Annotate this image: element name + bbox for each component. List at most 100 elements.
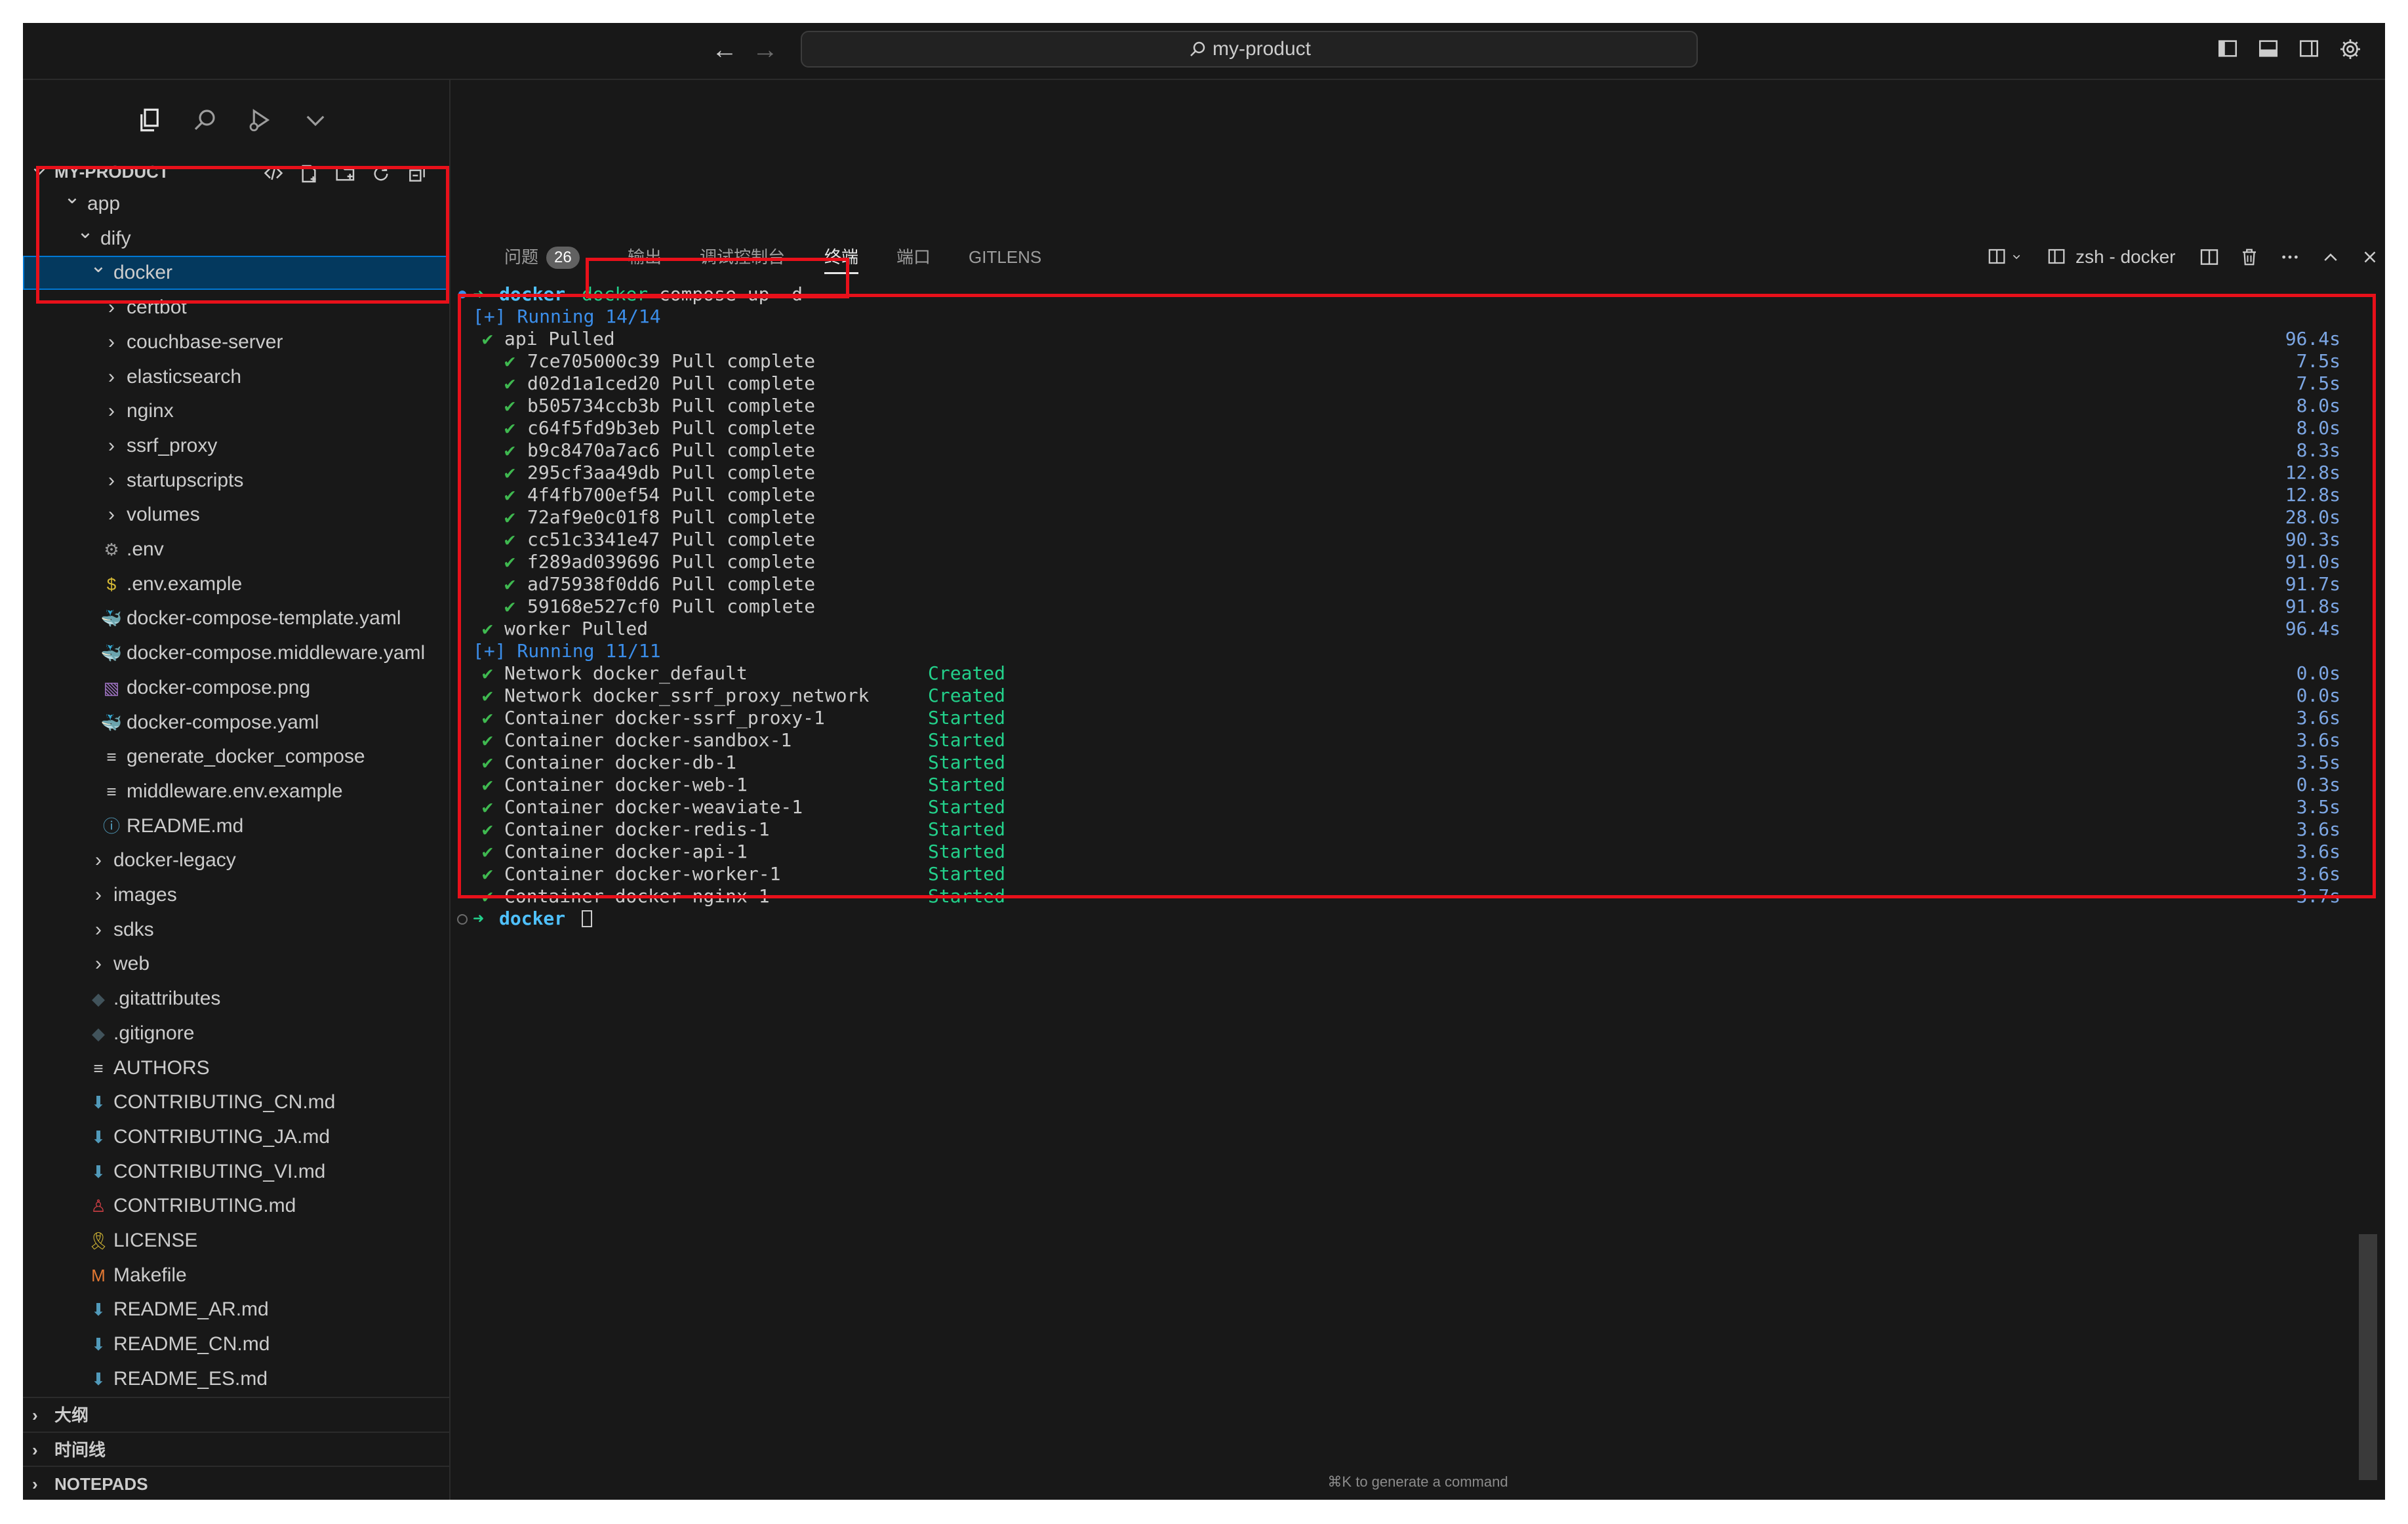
layer-line: ✔ c64f5fd9b3eb Pull complete 8.0s <box>451 417 2385 439</box>
tree-folder[interactable]: › volumes <box>23 498 449 532</box>
api-pulled: api Pulled <box>504 328 615 350</box>
close-icon[interactable] <box>2360 247 2380 268</box>
elapsed-time: 12.8s <box>2285 462 2340 483</box>
timeline-section[interactable]: › 时间线 <box>23 1432 449 1467</box>
forward-arrow-icon[interactable]: → <box>752 35 778 65</box>
tree-folder[interactable]: ⌄ dify <box>23 221 449 256</box>
tree-folder[interactable]: › docker-legacy <box>23 843 449 877</box>
tree-folder[interactable]: › elasticsearch <box>23 360 449 394</box>
docker-whale-icon: 🐳 <box>100 712 123 732</box>
chevron-right-icon: › <box>108 400 115 422</box>
maximize-panel-chevron-up-icon[interactable] <box>2321 247 2340 268</box>
tree-folder[interactable]: › startupscripts <box>23 464 449 498</box>
tree-folder[interactable]: › couchbase-server <box>23 325 449 359</box>
trash-icon[interactable] <box>2239 247 2259 268</box>
dollar-icon: $ <box>106 574 117 594</box>
back-arrow-icon[interactable]: ← <box>712 35 738 65</box>
tree-file[interactable]: ◆ .gitattributes <box>23 982 449 1016</box>
search-view-icon[interactable] <box>191 106 218 134</box>
elapsed-time: 3.6s <box>2296 841 2340 862</box>
tree-folder[interactable]: › images <box>23 878 449 912</box>
explorer-section-header[interactable]: MY-PRODUCT <box>23 155 449 188</box>
tree-file[interactable]: 🎗 LICENSE <box>23 1224 449 1258</box>
check-icon: ✔ <box>482 796 493 818</box>
tree-folder[interactable]: › nginx <box>23 394 449 428</box>
prompt-directory: docker <box>499 283 566 305</box>
terminal-scrollbar[interactable] <box>2359 1234 2377 1480</box>
chevron-right-icon: › <box>32 1440 38 1460</box>
tree-file[interactable]: ♙ CONTRIBUTING.md <box>23 1189 449 1223</box>
check-icon: ✔ <box>482 841 493 862</box>
toggle-secondary-sidebar-icon[interactable] <box>2298 37 2320 60</box>
explorer-files-icon[interactable] <box>136 106 163 134</box>
tree-file[interactable]: ⬇ CONTRIBUTING_CN.md <box>23 1085 449 1119</box>
tree-item-label: docker-compose.yaml <box>127 711 319 733</box>
check-icon: ✔ <box>482 729 493 751</box>
check-icon: ✔ <box>482 774 493 795</box>
check-icon: ✔ <box>482 618 493 639</box>
command-center-search[interactable]: my-product <box>801 31 1698 68</box>
generate-command-hint: ⌘K to generate a command <box>1327 1474 1508 1490</box>
check-icon: ✔ <box>504 462 515 483</box>
tree-file[interactable]: ⬇ README_AR.md <box>23 1293 449 1327</box>
resource-status: Started <box>928 885 1006 907</box>
tree-file[interactable]: ≡ generate_docker_compose <box>23 740 449 774</box>
tree-file[interactable]: 🐳 docker-compose-template.yaml <box>23 601 449 635</box>
tree-file[interactable]: 🐳 docker-compose.middleware.yaml <box>23 636 449 670</box>
new-terminal-layout-icon[interactable] <box>1986 247 2007 266</box>
tab-output[interactable]: 输出 <box>628 237 662 277</box>
tree-file[interactable]: ▧ docker-compose.png <box>23 671 449 705</box>
tab-debug-console[interactable]: 调试控制台 <box>700 237 785 277</box>
toggle-primary-sidebar-icon[interactable] <box>2217 37 2239 60</box>
tree-file[interactable]: $ .env.example <box>23 567 449 601</box>
resource-line: ✔ Container docker-nginx-1 Started 3.7s <box>451 885 2385 908</box>
tree-folder[interactable]: › ssrf_proxy <box>23 429 449 463</box>
tree-folder[interactable]: › web <box>23 947 449 981</box>
tab-ports[interactable]: 端口 <box>896 237 931 277</box>
chevron-down-icon[interactable] <box>2010 252 2023 262</box>
tree-file[interactable]: ◆ .gitignore <box>23 1016 449 1051</box>
tab-terminal[interactable]: 终端 <box>824 237 859 277</box>
tree-item-label: LICENSE <box>113 1230 198 1251</box>
check-icon: ✔ <box>482 662 493 684</box>
markdown-arrow-icon: ⬇ <box>91 1334 106 1355</box>
tree-file[interactable]: ⬇ CONTRIBUTING_JA.md <box>23 1120 449 1154</box>
more-actions-icon[interactable] <box>2279 247 2301 268</box>
tree-folder[interactable]: › certbot <box>23 291 449 325</box>
elapsed-time: 28.0s <box>2285 506 2340 528</box>
tree-file[interactable]: ⬇ README_ES.md <box>23 1362 449 1396</box>
text-lines-icon: ≡ <box>106 781 117 801</box>
layer-id: 7ce705000c39 <box>527 350 660 372</box>
terminal-output[interactable]: ➜ docker docker compose up -d [+] Running 1… <box>451 283 2385 1451</box>
tree-file[interactable]: ⓘ README.md <box>23 809 449 843</box>
tree-file[interactable]: ⚙ .env <box>23 532 449 567</box>
tree-folder[interactable]: ⌄ docker <box>23 255 449 291</box>
layer-id: 59168e527cf0 <box>527 595 660 617</box>
settings-gear-icon[interactable] <box>2338 37 2362 61</box>
split-terminal-icon[interactable] <box>2199 247 2220 268</box>
tree-file[interactable]: ⬇ CONTRIBUTING_VI.md <box>23 1155 449 1189</box>
tree-item-label: README_AR.md <box>113 1298 269 1321</box>
new-file-icon[interactable] <box>298 163 319 184</box>
tree-file[interactable]: M Makefile <box>23 1258 449 1293</box>
toggle-panel-icon[interactable] <box>2257 37 2279 60</box>
tree-file[interactable]: 🐳 docker-compose.yaml <box>23 706 449 740</box>
new-folder-icon[interactable] <box>334 163 357 184</box>
check-icon: ✔ <box>482 885 493 907</box>
refresh-icon[interactable] <box>371 163 391 184</box>
run-debug-icon[interactable] <box>246 106 273 134</box>
notepads-section[interactable]: › NOTEPADS <box>23 1466 449 1500</box>
more-views-chevron-down-icon[interactable] <box>302 106 329 134</box>
tree-file[interactable]: ≡ middleware.env.example <box>23 774 449 809</box>
tab-problems[interactable]: 问题 26 <box>504 237 580 277</box>
code-icon[interactable] <box>262 163 285 183</box>
tree-file[interactable]: ≡ AUTHORS <box>23 1051 449 1085</box>
collapse-all-icon[interactable] <box>407 163 428 184</box>
tree-folder[interactable]: › sdks <box>23 913 449 947</box>
elapsed-time: 8.0s <box>2296 417 2340 439</box>
elapsed-time: 8.0s <box>2296 395 2340 416</box>
tree-file[interactable]: ⬇ README_CN.md <box>23 1327 449 1361</box>
tab-gitlens[interactable]: GITLENS <box>969 237 1041 277</box>
outline-section[interactable]: › 大纲 <box>23 1397 449 1432</box>
terminal-name[interactable]: zsh - docker <box>2076 237 2176 277</box>
